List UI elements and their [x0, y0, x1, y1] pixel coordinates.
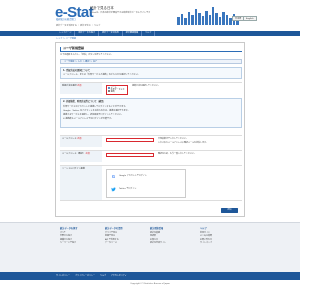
external-info-box: 2. 外部連携、利用方法等について（補足） 外部サービスのアカウントと連携してロ…	[60, 98, 242, 128]
google-icon: G	[111, 173, 116, 179]
twitter-icon	[111, 187, 116, 192]
nav-item-top[interactable]: トップページ	[56, 31, 76, 36]
progress-text: ユーザ登録 ＞ 入力 ＞ 確認 ＞ 完了	[64, 61, 98, 63]
external-info-heading: 2. 外部連携、利用方法等について（補足）	[63, 100, 106, 103]
external-info-line-4: ※ 連携後もメールアドレスでのログインが可能です。	[63, 118, 113, 120]
email-confirm-help: 確認のため、もう一度入力してください。	[158, 153, 196, 155]
email-confirm-input[interactable]	[106, 153, 154, 157]
bottom-link[interactable]: アクセシビリティ	[111, 272, 127, 280]
footer-link[interactable]: サイトマップ	[200, 242, 240, 245]
site-header: e-Stat 政府統計の総合窓口 統計で見る日本 e-Statは、日本の統計が閲…	[0, 0, 300, 31]
method-notice-box: 1. 登録方法の選択について メールアドレス、または「外部サービスと連携」のどち…	[60, 67, 242, 79]
email-label: メールアドレス 必須	[60, 136, 102, 147]
footer-column-title[interactable]: 統計関連情報	[150, 227, 190, 231]
required-badge: 必須	[77, 138, 82, 140]
twitter-login-link[interactable]: Twitter でログイン	[111, 187, 136, 192]
email-label-text: メールアドレス	[62, 138, 77, 140]
lang-en-button[interactable]: English	[243, 16, 257, 21]
nav-item-help[interactable]: ヘルプ	[142, 31, 156, 36]
breadcrumb[interactable]: トップ ＞ ユーザ登録	[56, 38, 76, 41]
main-nav: トップページ 統計データを探す 統計データの活用 統計関連情報 ヘルプ	[0, 31, 300, 36]
footer-link[interactable]: データベース	[105, 242, 145, 245]
bottom-link[interactable]: ヘルプ	[100, 272, 106, 280]
method-radio-group: メール 外部サービスと連携	[106, 85, 128, 95]
method-help: 連携方法を選択してください。	[132, 85, 160, 87]
twitter-login-label: Twitter でログイン	[119, 188, 137, 191]
radio-external[interactable]: 外部サービスと連携	[107, 88, 126, 94]
copyright: Copyright (C) Statistics Bureau of Japan	[130, 283, 170, 285]
intro-text: 以下の項目を入力し、「送信」ボタンを押してください。	[60, 54, 113, 56]
footer-link[interactable]: キーワードで探す	[60, 242, 100, 245]
method-label-text: 登録方法の選択	[62, 85, 77, 87]
external-info-line-2: Google、Twitter のアカウントをお持ちの方は、連携を選択できます。	[63, 110, 130, 112]
registration-form: ユーザ新規登録 以下の項目を入力し、「送信」ボタンを押してください。 ユーザ登録…	[55, 42, 245, 217]
radio-dot[interactable]	[107, 90, 110, 93]
google-login-link[interactable]: G Google アカウントでログイン	[111, 174, 147, 179]
footer-column-info: 統計関連情報 統計の基礎 用語集 お知らせ 統計の学習サイト	[150, 227, 190, 245]
method-notice-text: メールアドレス、または「外部サービスと連携」のどちらかを選択してください。	[63, 74, 140, 76]
sns-row: ソーシャルログイン連携 G Google アカウントでログイン Twitter …	[60, 165, 242, 201]
method-row: 登録方法の選択 必須 メール 外部サービスと連携 連携方法を選択してください。	[60, 82, 242, 95]
nav-item-search[interactable]: 統計データを探す	[75, 31, 100, 36]
footer-column-help: ヘルプ 利用ガイド よくある質問 お問い合わせ サイトマップ	[200, 227, 240, 245]
tagline-title: 統計で見る日本	[90, 6, 114, 10]
email-confirm-row: メールアドレス（確認） 必須 確認のため、もう一度入力してください。	[60, 150, 242, 162]
footer-link[interactable]: 統計の学習サイト	[150, 242, 190, 245]
header-links[interactable]: 統計データを活用する ｜ 統計を学ぶ ｜ ヘルプ	[56, 25, 100, 28]
sns-label: ソーシャルログイン連携	[60, 166, 102, 200]
bottom-link[interactable]: プライバシーポリシー	[75, 272, 95, 280]
bottom-link[interactable]: サイトポリシー	[56, 272, 70, 280]
external-info-line-1: 外部サービスのアカウントと連携してログインすることができます。	[63, 106, 128, 108]
footer-column-search: 統計データを探す すべて 分野から探す 組織から探す キーワードで探す	[60, 227, 100, 245]
logo-subtitle: 政府統計の総合窓口	[56, 18, 76, 21]
sns-login-box: G Google アカウントでログイン Twitter でログイン	[106, 169, 186, 198]
method-label: 登録方法の選択 必須	[60, 83, 102, 94]
footer-bottom-bar: サイトポリシー プライバシーポリシー ヘルプ アクセシビリティ	[0, 272, 300, 280]
footer-column-title[interactable]: 統計データを探す	[60, 227, 100, 231]
progress-steps: ユーザ登録 ＞ 入力 ＞ 確認 ＞ 完了	[60, 59, 242, 64]
nav-item-use[interactable]: 統計データの活用	[99, 31, 123, 36]
tagline-subtitle: e-Statは、日本の統計が閲覧できる政府統計ポータルサイトです	[90, 12, 151, 14]
email-confirm-label-text: メールアドレス（確認）	[62, 153, 85, 155]
external-info-line-3: 連携するサービスを選択し、認証画面でログインしてください。	[63, 114, 124, 116]
footer-column-title[interactable]: 統計データの活用	[105, 227, 145, 231]
required-badge: 必須	[85, 153, 90, 155]
required-badge: 必須	[77, 85, 82, 87]
submit-button[interactable]: 送信	[221, 208, 238, 213]
email-confirm-label: メールアドレス（確認） 必須	[60, 151, 102, 162]
site-footer: 統計データを探す すべて 分野から探す 組織から探す キーワードで探す 統計デー…	[0, 222, 300, 272]
nav-item-info[interactable]: 統計関連情報	[123, 31, 143, 36]
email-help-2: 入力されたメールアドレスに確認メールを送信します。	[158, 141, 208, 144]
radio-external-label: 外部サービスと連携	[110, 88, 125, 94]
footer-column-title[interactable]: ヘルプ	[200, 227, 240, 231]
email-input[interactable]	[106, 138, 154, 142]
email-row: メールアドレス 必須 半角英数字で入力してください。 入力されたメールアドレスに…	[60, 135, 242, 147]
google-login-label: Google アカウントでログイン	[119, 175, 147, 178]
footer-column-use: 統計データの活用 グラフで見る 地図で見る API で利用する データベース	[105, 227, 145, 245]
email-help-1: 半角英数字で入力してください。	[158, 138, 188, 140]
method-notice-heading: 1. 登録方法の選択について	[63, 69, 91, 72]
